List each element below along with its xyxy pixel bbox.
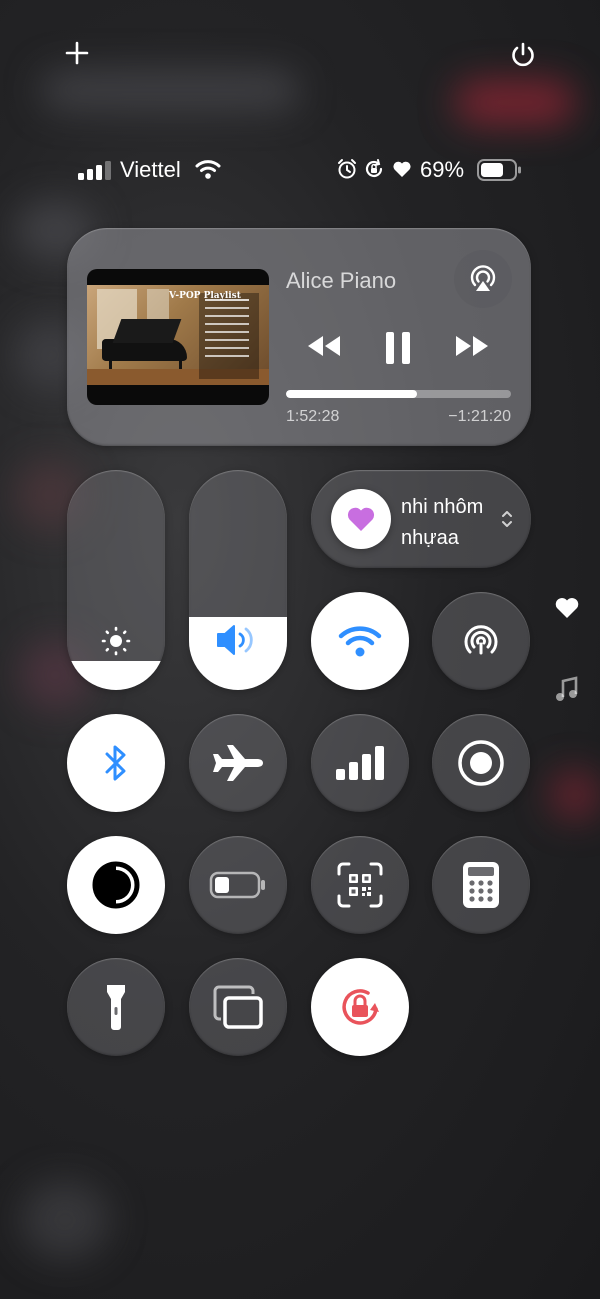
carrier-name: Viettel [120, 157, 181, 182]
power-icon[interactable] [508, 40, 538, 70]
battery-icon [477, 159, 523, 186]
code-scanner-button[interactable] [311, 836, 409, 934]
orientation-lock-toggle[interactable] [311, 958, 409, 1056]
screen-mirroring-icon [213, 985, 263, 1029]
volume-slider[interactable] [189, 470, 287, 690]
speaker-icon [217, 625, 253, 655]
pause-button[interactable] [383, 330, 413, 371]
airdrop-icon [464, 625, 498, 655]
background-blur [455, 80, 575, 125]
background-blur [40, 70, 300, 110]
screen-recording-button[interactable] [432, 714, 530, 812]
heart-icon [347, 507, 375, 531]
brightness-slider[interactable] [67, 470, 165, 690]
playback-progress-bar[interactable] [286, 390, 511, 398]
bluetooth-toggle[interactable] [67, 714, 165, 812]
pause-icon [386, 332, 410, 364]
fast-forward-button[interactable] [454, 334, 490, 363]
focus-mode-label: nhi nhôm nhựaa [401, 496, 484, 549]
calculator-icon [463, 862, 499, 908]
status-bar: Viettel 69% [0, 150, 600, 190]
add-control-icon[interactable] [64, 40, 90, 66]
flashlight-icon [107, 985, 125, 1030]
artwork-caption: V-POP Playlist [169, 291, 241, 301]
airplane-icon [213, 745, 263, 781]
record-icon [458, 740, 504, 786]
wifi-status-icon [195, 158, 221, 185]
airplay-button[interactable] [454, 250, 512, 308]
album-artwork[interactable]: V-POP Playlist [87, 269, 269, 405]
media-player[interactable]: V-POP Playlist Alice Piano 1:52:28 −1:21… [67, 228, 531, 446]
qr-code-icon [337, 862, 383, 908]
remaining-time: −1:21:20 [448, 408, 511, 425]
wifi-toggle[interactable] [311, 592, 409, 690]
track-title: Alice Piano [286, 268, 397, 293]
rewind-icon [308, 336, 340, 356]
battery-percentage: 69% [420, 157, 465, 182]
background-blur [20, 1180, 110, 1260]
dark-mode-toggle[interactable] [67, 836, 165, 934]
cellular-data-toggle[interactable] [311, 714, 409, 812]
brightness-icon [101, 626, 131, 656]
bluetooth-icon [105, 745, 126, 781]
low-power-mode-toggle[interactable] [189, 836, 287, 934]
cellular-icon [336, 746, 384, 780]
rewind-button[interactable] [306, 334, 342, 363]
favorites-page-icon[interactable] [554, 596, 580, 625]
background-blur [550, 770, 600, 820]
fast-forward-icon [456, 336, 488, 356]
calculator-button[interactable] [432, 836, 530, 934]
heart-status-icon [392, 159, 412, 184]
battery-low-icon [209, 871, 265, 899]
alarm-icon [336, 158, 358, 185]
elapsed-time: 1:52:28 [286, 408, 340, 425]
screen-mirroring-button[interactable] [189, 958, 287, 1056]
flashlight-toggle[interactable] [67, 958, 165, 1056]
orientation-lock-icon [363, 158, 385, 185]
airplay-icon [470, 265, 496, 291]
wifi-icon [338, 626, 382, 657]
rotation-lock-icon [342, 989, 379, 1025]
dark-mode-icon [92, 861, 140, 909]
playback-progress-fill [286, 390, 417, 398]
brightness-fill [67, 661, 165, 690]
airplane-mode-toggle[interactable] [189, 714, 287, 812]
airdrop-toggle[interactable] [432, 592, 530, 690]
cellular-signal-icon [78, 160, 112, 185]
focus-mode-button[interactable]: nhi nhôm nhựaa [311, 470, 531, 568]
chevron-up-down-icon [502, 511, 512, 527]
music-page-icon[interactable] [555, 676, 579, 709]
focus-icon-circle [331, 489, 391, 549]
